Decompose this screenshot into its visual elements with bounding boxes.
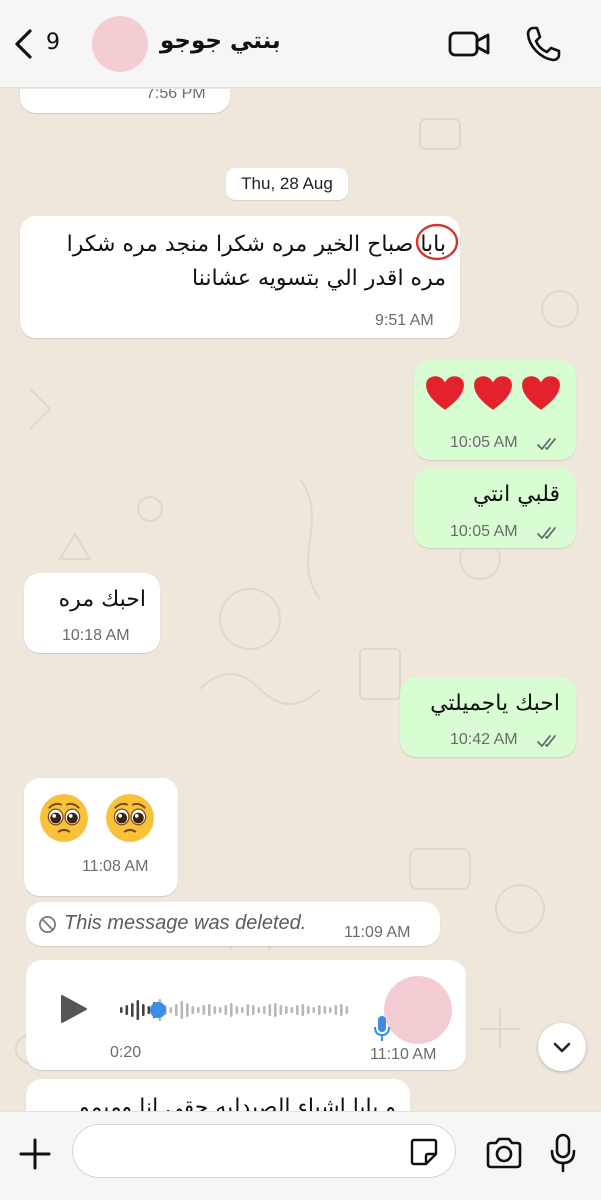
- message-text: مره اقدر الي بتسويه عشاننا: [192, 266, 446, 291]
- waveform-bar: [213, 1006, 217, 1014]
- play-icon[interactable]: [58, 994, 88, 1024]
- waveform-bar: [125, 1005, 129, 1015]
- waveform-bar: [202, 1005, 206, 1015]
- message-time: 9:51 AM: [375, 312, 434, 329]
- playback-handle[interactable]: [150, 1002, 166, 1018]
- waveform-bar: [197, 1007, 200, 1013]
- message-time: 10:05 AM: [450, 523, 518, 540]
- waveform-bar: [274, 1003, 277, 1017]
- video-camera-icon[interactable]: [447, 26, 491, 62]
- red-heart-icon: [426, 376, 464, 410]
- sticker-icon[interactable]: [408, 1136, 440, 1168]
- waveform-bar: [323, 1006, 327, 1014]
- contact-name[interactable]: بنتي جوجو: [160, 28, 281, 54]
- message-bubble-incoming[interactable]: و بابا اشياء الصيدليه حقي انا وميمو: [26, 1079, 410, 1111]
- prohibited-icon: [39, 916, 56, 933]
- microphone-icon[interactable]: [548, 1132, 578, 1174]
- waveform-bar: [252, 1005, 255, 1015]
- pleading-face-icon: [106, 794, 154, 842]
- message-bubble-incoming[interactable]: احبك مره 10:18 AM: [24, 573, 160, 653]
- unread-count[interactable]: 9: [46, 30, 60, 55]
- waveform-bar: [131, 1003, 134, 1017]
- waveform-bar: [279, 1005, 283, 1015]
- waveform-bar: [219, 1007, 222, 1013]
- waveform-bar: [268, 1004, 272, 1016]
- pleading-face-icon: [40, 794, 88, 842]
- message-input[interactable]: [72, 1124, 456, 1178]
- waveform-bar: [230, 1003, 233, 1017]
- waveform-bar: [147, 1006, 151, 1014]
- message-text: قلبي انتي: [473, 482, 560, 507]
- message-time: 11:10 AM: [370, 1046, 437, 1063]
- message-text: و بابا اشياء الصيدليه حقي انا وميمو: [79, 1095, 396, 1111]
- chevron-down-icon: [553, 1042, 571, 1053]
- waveform-bar: [142, 1004, 145, 1016]
- waveform-bar: [180, 1001, 184, 1019]
- waveform-bar: [186, 1003, 189, 1017]
- waveform-bar: [191, 1006, 195, 1014]
- chat-area[interactable]: 7:56 PM Thu, 28 Aug بابا صباح الخير مره …: [0, 89, 601, 1111]
- waveform-bar: [263, 1006, 266, 1014]
- message-text: بابا صباح الخير مره شكرا منجد مره شكرا: [66, 232, 446, 257]
- highlight-circle: [415, 223, 459, 261]
- message-bubble-outgoing[interactable]: قلبي انتي 10:05 AM: [414, 468, 576, 548]
- waveform-bar: [246, 1004, 250, 1016]
- red-heart-icon: [522, 376, 560, 410]
- composer-bar: [0, 1111, 601, 1200]
- double-check-icon: [537, 735, 556, 747]
- waveform-bar: [296, 1005, 299, 1015]
- avatar[interactable]: [92, 16, 148, 72]
- waveform-bar: [224, 1005, 228, 1015]
- waveform-bar: [334, 1005, 338, 1015]
- waveform-bar: [345, 1006, 349, 1014]
- chevron-left-icon[interactable]: [10, 28, 36, 60]
- waveform-bar: [290, 1007, 294, 1013]
- chat-header: 9 بنتي جوجو: [0, 0, 601, 88]
- waveform-bar: [241, 1007, 244, 1013]
- voice-waveform[interactable]: [116, 990, 356, 1030]
- waveform-bar: [175, 1004, 178, 1016]
- waveform-bar: [318, 1005, 321, 1015]
- scroll-to-bottom-button[interactable]: [538, 1023, 586, 1071]
- heart-emojis: [424, 374, 562, 412]
- waveform-bar: [169, 1007, 173, 1013]
- waveform-bar: [312, 1007, 316, 1013]
- message-bubble-incoming[interactable]: بابا صباح الخير مره شكرا منجد مره شكرا م…: [20, 216, 460, 338]
- message-time: 10:42 AM: [450, 731, 518, 748]
- pleading-face-emojis: [38, 792, 156, 844]
- message-time: 10:05 AM: [450, 434, 518, 451]
- message-text: احبك مره: [58, 587, 146, 612]
- message-bubble-deleted[interactable]: This message was deleted. 11:09 AM: [26, 902, 440, 946]
- red-heart-icon: [474, 376, 512, 410]
- waveform-bar: [136, 1000, 140, 1020]
- camera-icon[interactable]: [484, 1136, 524, 1170]
- message-bubble-incoming[interactable]: 11:08 AM: [24, 778, 178, 896]
- message-text: احبك ياجميلتي: [430, 691, 560, 716]
- microphone-icon: [374, 1016, 390, 1041]
- waveform-bar: [208, 1004, 211, 1016]
- voice-message-bubble[interactable]: 0:20 11:10 AM: [26, 960, 466, 1070]
- waveform-bar: [257, 1007, 261, 1013]
- waveform-bar: [285, 1006, 288, 1014]
- double-check-icon: [537, 438, 556, 450]
- message-time: 7:56 PM: [146, 89, 206, 102]
- phone-icon[interactable]: [524, 24, 562, 64]
- double-check-icon: [537, 527, 556, 539]
- message-time: 11:08 AM: [82, 858, 149, 875]
- voice-duration: 0:20: [110, 1044, 142, 1061]
- deleted-message-text: This message was deleted.: [64, 912, 307, 934]
- message-time: 10:18 AM: [62, 627, 130, 644]
- waveform-bar: [301, 1004, 305, 1016]
- message-bubble-outgoing[interactable]: احبك ياجميلتي 10:42 AM: [400, 677, 576, 757]
- message-time: 11:09 AM: [344, 924, 411, 941]
- plus-icon[interactable]: [17, 1136, 53, 1172]
- waveform-bar: [307, 1006, 310, 1014]
- waveform-bar: [329, 1007, 332, 1013]
- waveform-bar: [235, 1006, 239, 1014]
- waveform-bar: [340, 1004, 343, 1016]
- date-separator: Thu, 28 Aug: [226, 168, 348, 200]
- message-bubble-outgoing[interactable]: 10:05 AM: [414, 360, 576, 460]
- avatar: [384, 976, 452, 1044]
- waveform-bar: [120, 1007, 123, 1013]
